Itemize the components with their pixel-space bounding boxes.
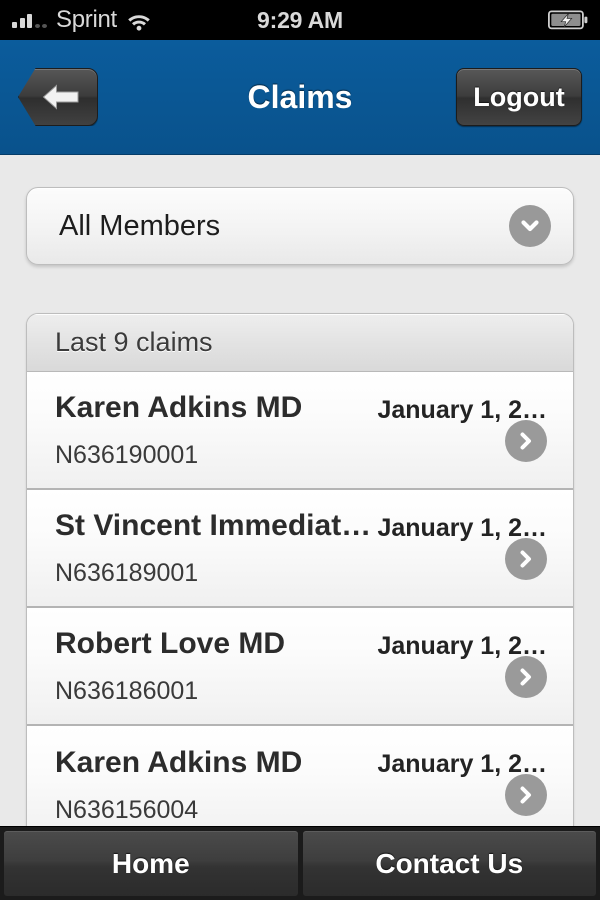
member-filter-value: All Members xyxy=(59,209,221,242)
chevron-right-icon[interactable] xyxy=(505,656,547,698)
status-bar: Sprint 9:29 AM xyxy=(0,0,600,40)
claim-number: N636156004 xyxy=(55,795,199,824)
navigation-bar: Claims Logout xyxy=(0,40,600,155)
chevron-right-icon[interactable] xyxy=(505,774,547,816)
table-row[interactable]: Karen Adkins MD N636190001 January 1, 2… xyxy=(27,372,573,490)
table-row[interactable]: Robert Love MD N636186001 January 1, 2… xyxy=(27,608,573,726)
member-filter-dropdown[interactable]: All Members xyxy=(26,187,574,265)
claims-list-header: Last 9 claims xyxy=(27,314,573,372)
signal-bars-icon xyxy=(12,12,47,28)
tab-home[interactable]: Home xyxy=(4,831,298,896)
back-arrow-icon xyxy=(41,83,81,111)
back-button[interactable] xyxy=(18,68,98,126)
phone-screen: Sprint 9:29 AM Claims Logout All Members… xyxy=(0,0,600,900)
table-row[interactable]: St Vincent Immediat… N636189001 January … xyxy=(27,490,573,608)
claim-number: N636190001 xyxy=(55,440,199,469)
claim-provider: St Vincent Immediat… xyxy=(55,508,372,542)
tab-contact-us[interactable]: Contact Us xyxy=(302,831,596,896)
chevron-right-icon[interactable] xyxy=(505,420,547,462)
claim-provider: Robert Love MD xyxy=(55,626,286,660)
content-area: All Members Last 9 claims Karen Adkins M… xyxy=(0,155,600,826)
bottom-tab-bar: Home Contact Us xyxy=(0,826,600,900)
table-row[interactable]: Karen Adkins MD N636156004 January 1, 2… xyxy=(27,726,573,826)
chevron-down-icon[interactable] xyxy=(509,205,551,247)
battery-charging-icon xyxy=(547,10,588,30)
status-bar-right xyxy=(547,10,588,30)
logout-button[interactable]: Logout xyxy=(456,68,582,126)
claims-list-card: Last 9 claims Karen Adkins MD N636190001… xyxy=(26,313,574,826)
claim-provider: Karen Adkins MD xyxy=(55,390,303,424)
claim-number: N636186001 xyxy=(55,676,199,705)
claims-list-header-label: Last 9 claims xyxy=(55,327,213,357)
status-bar-left: Sprint xyxy=(12,6,152,34)
claim-provider: Karen Adkins MD xyxy=(55,745,303,779)
carrier-label: Sprint xyxy=(56,6,117,33)
wifi-icon xyxy=(126,11,152,31)
claim-number: N636189001 xyxy=(55,558,199,587)
chevron-right-icon[interactable] xyxy=(505,538,547,580)
